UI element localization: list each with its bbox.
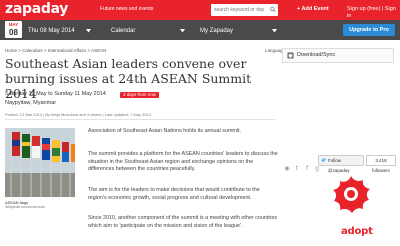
image-credit: Wikipedia commons fonts: [5, 205, 45, 209]
twitter-bird-icon: [321, 158, 326, 162]
facebook-icon[interactable]: f: [304, 166, 310, 172]
date-day: 08: [9, 28, 18, 37]
adopt-label[interactable]: adopt: [341, 226, 373, 238]
upgrade-to-pro-button[interactable]: Upgrade to Pro: [343, 24, 395, 36]
article-image[interactable]: [5, 128, 75, 197]
chevron-down-icon[interactable]: [86, 29, 91, 33]
googleplus-icon[interactable]: g: [314, 166, 320, 172]
adopt-logo-icon[interactable]: [326, 172, 376, 222]
zapaday-logo[interactable]: zapaday: [5, 2, 68, 17]
breadcrumb[interactable]: Home > Calendars > International Affairs…: [5, 48, 106, 54]
flags-photo: [5, 128, 75, 197]
download-icon: [287, 52, 294, 59]
my-zapaday-menu[interactable]: My Zapaday: [200, 27, 233, 35]
article-paragraph: Since 2010, another component of the sum…: [88, 215, 278, 229]
divider: [5, 119, 275, 120]
article-paragraph: The summit provides a platform for the A…: [88, 151, 278, 172]
chevron-down-icon[interactable]: [180, 29, 185, 33]
search-input[interactable]: [211, 4, 278, 16]
calendar-menu[interactable]: Calendar: [111, 27, 135, 35]
current-date[interactable]: Thu 08 May 2014: [28, 27, 75, 35]
article-paragraph: Association of Southeast Asian Nations h…: [88, 128, 242, 134]
event-location[interactable]: Naypyitaw, Myanmar: [5, 100, 56, 107]
followers-count: 3,418 followers: [366, 155, 396, 173]
chevron-down-icon[interactable]: [272, 29, 277, 33]
article-paragraph: The aim is for the leaders to make decis…: [88, 187, 260, 201]
rss-icon[interactable]: ◉: [284, 166, 290, 172]
post-meta: Posted: 13 Mar 2012 | By Maja Mozolova a…: [5, 112, 151, 117]
signup-signin-link[interactable]: Sign up (free) | Sign in: [347, 6, 400, 20]
twitter-icon[interactable]: t: [294, 166, 300, 172]
days-from-now-badge: 3 days from now: [120, 92, 160, 98]
event-dates: Saturday 10 May to Sunday 11 May 2014: [5, 91, 106, 97]
tagline: Future news and events: [100, 6, 154, 12]
date-badge[interactable]: MAY 08: [5, 21, 22, 38]
add-event-button[interactable]: + Add Event: [297, 6, 329, 13]
search-icon[interactable]: [270, 6, 276, 13]
download-sync-label: Download/Sync: [297, 52, 336, 58]
